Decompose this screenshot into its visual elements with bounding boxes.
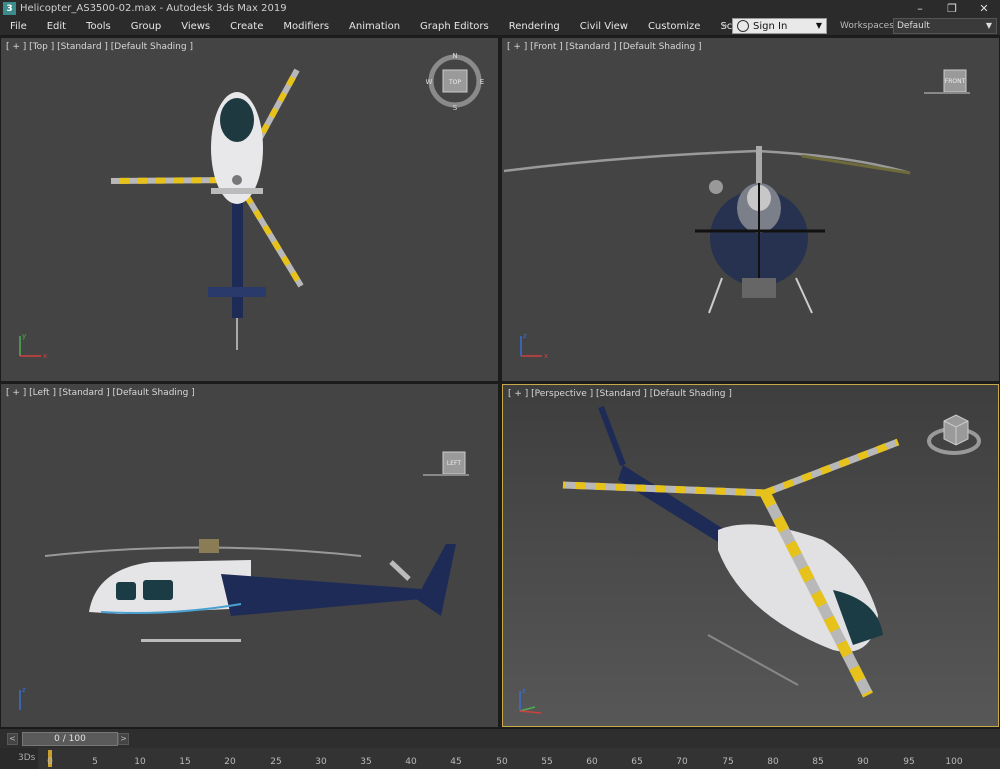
title-bar: 3 Helicopter_AS3500-02.max - Autodesk 3d… bbox=[0, 0, 1000, 17]
compass-s-label: S bbox=[453, 104, 458, 112]
workspaces-value: Default bbox=[897, 21, 930, 31]
time-slider-next-button[interactable]: > bbox=[118, 733, 129, 745]
workspaces-label: Workspaces: bbox=[840, 21, 897, 31]
viewcube-left-label: LEFT bbox=[447, 460, 461, 467]
axis-z-label: z bbox=[523, 332, 527, 340]
axis-z-label: z bbox=[22, 686, 26, 694]
tick-label: 100 bbox=[945, 757, 963, 767]
menu-create[interactable]: Create bbox=[230, 21, 263, 32]
viewport-left[interactable]: [ + ] [Left ] [Standard ] [Default Shadi… bbox=[1, 384, 498, 727]
compass-n-label: N bbox=[452, 52, 457, 60]
tick-label: 35 bbox=[360, 757, 372, 767]
viewcube-top-label: TOP bbox=[448, 79, 461, 86]
compass-w-label: W bbox=[426, 78, 433, 86]
tick-label: 75 bbox=[722, 757, 734, 767]
axis-tripod-icon: z bbox=[519, 687, 542, 714]
axis-x-label: x bbox=[544, 352, 548, 360]
chevron-down-icon: ▼ bbox=[815, 21, 822, 30]
window-title: Helicopter_AS3500-02.max - Autodesk 3ds … bbox=[20, 3, 287, 14]
tick-label: 65 bbox=[631, 757, 643, 767]
viewcube-front-icon[interactable]: FRONT bbox=[922, 68, 972, 96]
menu-rendering[interactable]: Rendering bbox=[509, 21, 560, 32]
tick-label: 90 bbox=[857, 757, 869, 767]
menu-customize[interactable]: Customize bbox=[648, 21, 701, 32]
axis-y-label: y bbox=[22, 332, 26, 340]
menu-file[interactable]: File bbox=[10, 21, 27, 32]
tick-label: 80 bbox=[767, 757, 779, 767]
viewcube-front-label: FRONT bbox=[945, 78, 966, 85]
tick-label: 60 bbox=[586, 757, 598, 767]
tick-label: 55 bbox=[541, 757, 553, 767]
tick-label: 15 bbox=[179, 757, 191, 767]
time-slider-prev-button[interactable]: < bbox=[7, 733, 18, 745]
viewcube-perspective-icon[interactable] bbox=[926, 409, 982, 459]
minimize-button[interactable]: – bbox=[904, 0, 936, 17]
viewport-perspective[interactable]: [ + ] [Perspective ] [Standard ] [Defaul… bbox=[502, 384, 999, 727]
window-controls: – ❐ ✕ bbox=[904, 0, 1000, 17]
tick-label: 85 bbox=[812, 757, 824, 767]
axis-tripod-icon: z bbox=[19, 686, 26, 710]
tick-label: 30 bbox=[315, 757, 327, 767]
sign-in-label: Sign In bbox=[753, 20, 788, 32]
axis-tripod-icon: y x bbox=[19, 332, 47, 360]
menu-civil-view[interactable]: Civil View bbox=[580, 21, 628, 32]
menu-views[interactable]: Views bbox=[181, 21, 210, 32]
axis-tripod-icon: z x bbox=[520, 332, 548, 360]
tick-label: 0 bbox=[47, 757, 53, 767]
menu-graph-editors[interactable]: Graph Editors bbox=[420, 21, 489, 32]
axis-x-label: x bbox=[43, 352, 47, 360]
tick-label: 95 bbox=[903, 757, 915, 767]
viewport-area: [ + ] [Top ] [Standard ] [Default Shadin… bbox=[0, 37, 1000, 728]
helicopter-perspective-view bbox=[562, 405, 900, 698]
tick-label: 10 bbox=[134, 757, 146, 767]
viewcube-left-icon[interactable]: LEFT bbox=[421, 450, 471, 478]
app-icon: 3 bbox=[3, 2, 16, 15]
tick-label: 25 bbox=[270, 757, 282, 767]
menu-animation[interactable]: Animation bbox=[349, 21, 400, 32]
axis-z-label: z bbox=[522, 687, 526, 695]
workspaces-dropdown[interactable]: Default ▼ bbox=[893, 18, 997, 34]
menu-modifiers[interactable]: Modifiers bbox=[283, 21, 329, 32]
main-rotor bbox=[110, 68, 304, 288]
sign-in-button[interactable]: Sign In ▼ bbox=[732, 18, 827, 34]
viewport-top[interactable]: [ + ] [Top ] [Standard ] [Default Shadin… bbox=[1, 38, 498, 381]
viewport-front[interactable]: [ + ] [Front ] [Standard ] [Default Shad… bbox=[502, 38, 999, 381]
menu-tools[interactable]: Tools bbox=[86, 21, 111, 32]
helicopter-top-view bbox=[110, 68, 304, 350]
tick-label: 40 bbox=[405, 757, 417, 767]
menu-edit[interactable]: Edit bbox=[47, 21, 66, 32]
helicopter-left-view bbox=[44, 539, 456, 642]
track-bar[interactable]: 3Ds 0 5 10 15 20 25 30 35 40 45 50 55 60… bbox=[0, 748, 1000, 769]
track-bar-corner: 3Ds bbox=[0, 748, 38, 769]
restore-button[interactable]: ❐ bbox=[936, 0, 968, 17]
tick-label: 5 bbox=[92, 757, 98, 767]
menu-bar: File Edit Tools Group Views Create Modif… bbox=[0, 17, 1000, 36]
time-slider-bar: < 0 / 100 > bbox=[0, 728, 1000, 748]
tick-label: 20 bbox=[224, 757, 236, 767]
user-icon bbox=[737, 20, 749, 32]
chevron-down-icon: ▼ bbox=[985, 21, 992, 30]
close-button[interactable]: ✕ bbox=[968, 0, 1000, 17]
time-slider-thumb[interactable]: 0 / 100 bbox=[22, 732, 118, 746]
menu-group[interactable]: Group bbox=[131, 21, 161, 32]
viewcube-compass[interactable]: TOP N E S W bbox=[426, 50, 486, 112]
tick-label: 50 bbox=[496, 757, 508, 767]
tick-label: 45 bbox=[450, 757, 462, 767]
tick-label: 70 bbox=[676, 757, 688, 767]
compass-e-label: E bbox=[480, 78, 484, 86]
menu-overflow-icon[interactable]: » bbox=[722, 21, 728, 31]
